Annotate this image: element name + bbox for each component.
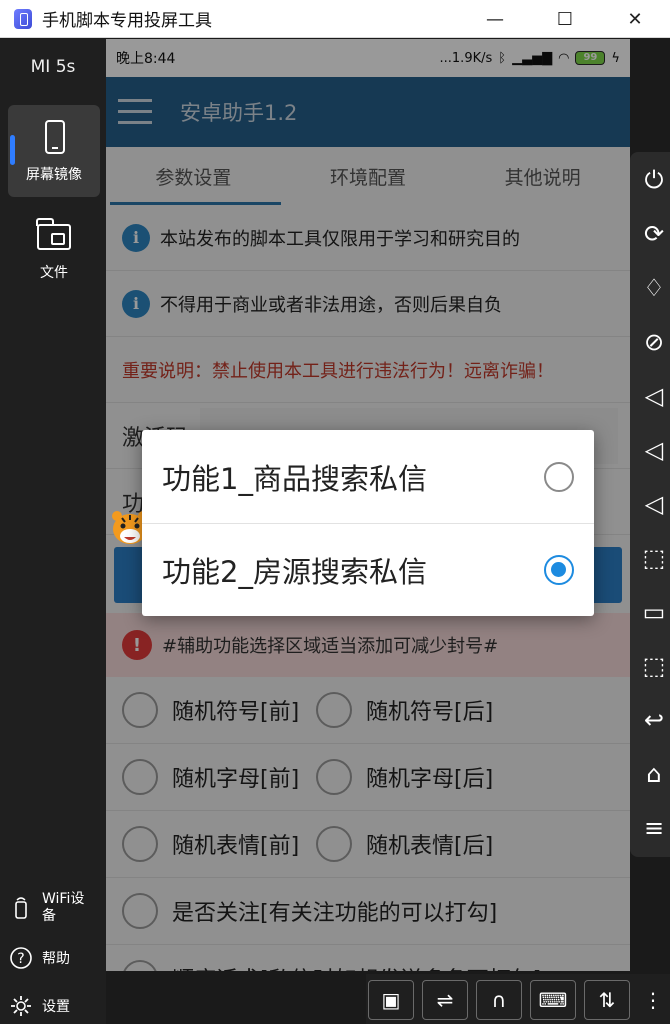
home-icon[interactable]: ⌂	[640, 760, 668, 788]
bluetooth-headset-icon[interactable]: ∩	[476, 980, 522, 1020]
dialog-option-1[interactable]: 功能1_商品搜索私信	[142, 430, 594, 523]
volume-down-icon[interactable]: ◁	[640, 436, 668, 464]
sidebar-item-files[interactable]: 文件	[8, 203, 100, 295]
record-icon[interactable]: ▭	[640, 598, 668, 626]
phone-mirror-icon	[34, 118, 74, 158]
minimize-button[interactable]: —	[460, 0, 530, 38]
sidebar: MI 5s 屏幕镜像 文件 WiFi设备 ? 帮助 设置	[0, 39, 106, 1024]
svg-text:?: ?	[17, 951, 24, 967]
gear-icon	[8, 993, 34, 1019]
usb-device-icon[interactable]: ⇌	[422, 980, 468, 1020]
rotate-icon[interactable]: ⟳	[640, 220, 668, 248]
more-icon[interactable]: ⋮	[638, 980, 668, 1020]
transfer-icon[interactable]: ⇅	[584, 980, 630, 1020]
sidebar-item-wifi-device[interactable]: WiFi设备	[8, 891, 94, 925]
window-title: 手机脚本专用投屏工具	[42, 11, 212, 31]
radio-selected[interactable]	[544, 555, 574, 585]
mute-icon[interactable]: ◁	[640, 490, 668, 518]
folder-icon	[34, 216, 74, 256]
crop-icon[interactable]: ⬚	[640, 652, 668, 680]
maximize-button[interactable]: ☐	[530, 0, 600, 38]
right-toolbar: ⏻ ⟳ ♢ ⊘ ◁ ◁ ◁ ⬚ ▭ ⬚ ↩ ⌂ ≡	[630, 152, 670, 857]
dialog-option-label: 功能1_商品搜索私信	[162, 461, 427, 496]
wifi-device-icon	[8, 895, 34, 921]
help-icon: ?	[8, 945, 34, 971]
sidebar-item-label: 文件	[40, 265, 68, 281]
bottom-toolbar: ▣ ⇌ ∩ ⌨ ⇅ ⋮	[366, 974, 670, 1024]
sidebar-item-label: 帮助	[42, 951, 70, 967]
window-icon[interactable]: ▣	[368, 980, 414, 1020]
volume-up-icon[interactable]: ◁	[640, 382, 668, 410]
function-select-dialog: 功能1_商品搜索私信 功能2_房源搜索私信	[142, 430, 594, 616]
menu-icon[interactable]: ≡	[640, 814, 668, 842]
close-button[interactable]: ✕	[600, 0, 670, 38]
sidebar-item-label: WiFi设备	[42, 891, 85, 924]
radio-unselected[interactable]	[544, 461, 574, 492]
sidebar-item-label: 设置	[42, 999, 70, 1015]
window-controls: — ☐ ✕	[460, 0, 670, 38]
app-logo-icon	[14, 8, 32, 29]
sidebar-item-settings[interactable]: 设置	[8, 993, 70, 1019]
sidebar-item-label: 屏幕镜像	[26, 167, 82, 183]
power-icon[interactable]: ⏻	[640, 166, 668, 194]
dialog-option-label: 功能2_房源搜索私信	[162, 555, 427, 589]
back-icon[interactable]: ↩	[640, 706, 668, 734]
dialog-option-2[interactable]: 功能2_房源搜索私信	[142, 523, 594, 616]
keyboard-icon[interactable]: ⌨	[530, 980, 576, 1020]
sidebar-item-help[interactable]: ? 帮助	[8, 945, 70, 971]
window-titlebar: 手机脚本专用投屏工具 — ☐ ✕	[0, 0, 670, 38]
device-name: MI 5s	[30, 57, 76, 77]
light-off-icon[interactable]: ⊘	[640, 328, 668, 356]
screenshot-icon[interactable]: ⬚	[640, 544, 668, 572]
light-on-icon[interactable]: ♢	[640, 274, 668, 302]
sidebar-item-screen-mirror[interactable]: 屏幕镜像	[8, 105, 100, 197]
